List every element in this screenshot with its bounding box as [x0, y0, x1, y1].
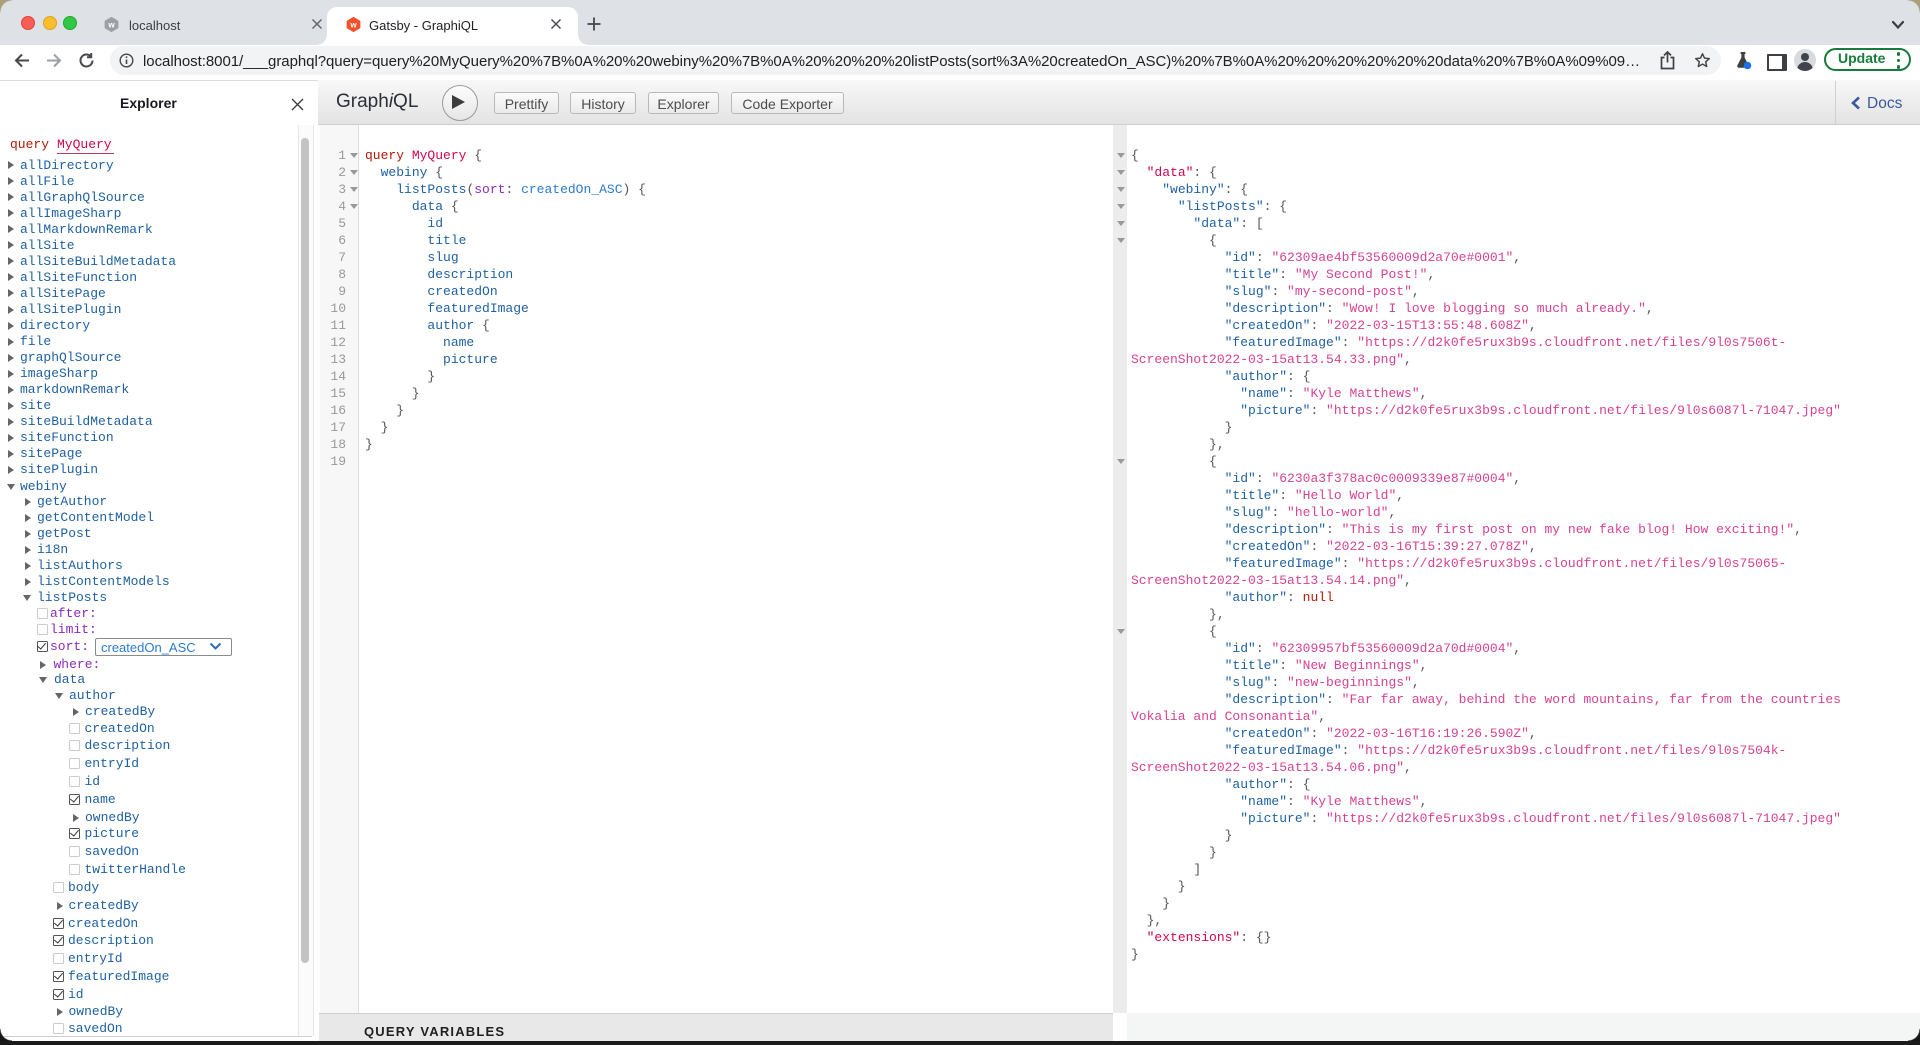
svg-text:w: w — [107, 20, 115, 29]
svg-text:w: w — [349, 20, 357, 29]
